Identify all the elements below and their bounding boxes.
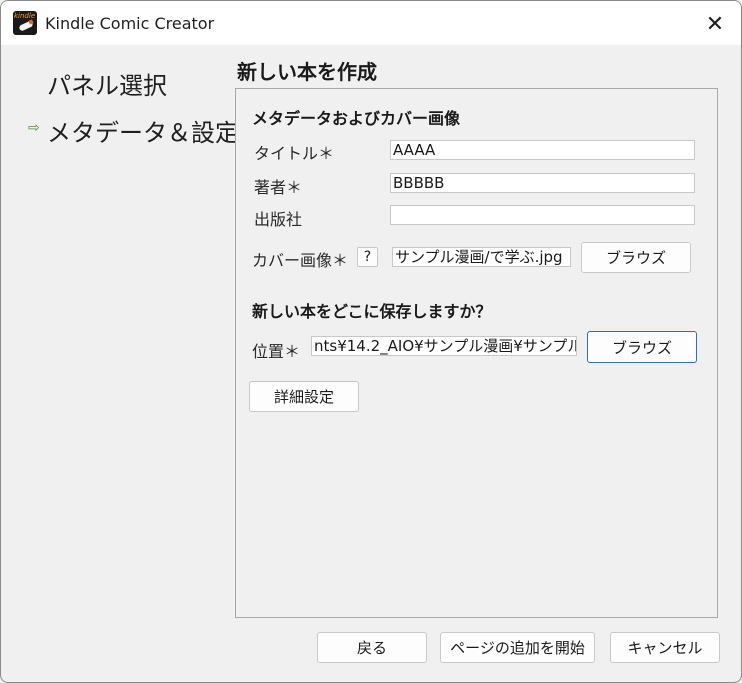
location-browse-button[interactable]: ブラウズ — [587, 331, 697, 363]
location-input[interactable]: nts¥14.2_AIO¥サンプル漫画¥サンプル — [311, 336, 577, 356]
kindle-app-icon: kindle — [13, 11, 37, 35]
title-input[interactable]: AAAA — [390, 140, 695, 160]
author-label: 著者＊ — [254, 178, 303, 197]
cover-help-button[interactable]: ? — [357, 247, 378, 267]
sidebar-item-panel-select[interactable]: パネル選択 — [47, 66, 167, 101]
title-label: タイトル＊ — [254, 144, 335, 163]
page-title: 新しい本を作成 — [237, 60, 377, 84]
start-adding-pages-button[interactable]: ページの追加を開始 — [440, 632, 595, 663]
sidebar-item-metadata-settings[interactable]: メタデータ＆設定 — [47, 113, 239, 148]
publisher-label: 出版社 — [254, 210, 303, 229]
author-input[interactable]: BBBBB — [390, 173, 695, 193]
close-icon[interactable]: ✕ — [701, 11, 729, 37]
current-step-arrow-icon: ⇨ — [28, 120, 40, 136]
metadata-section-title: メタデータおよびカバー画像 — [252, 109, 461, 128]
publisher-input[interactable] — [390, 205, 695, 225]
cover-image-label: カバー画像＊ — [252, 251, 349, 270]
location-label: 位置＊ — [252, 342, 301, 361]
cancel-button[interactable]: キャンセル — [610, 632, 720, 663]
advanced-settings-button[interactable]: 詳細設定 — [249, 381, 359, 412]
window-title: Kindle Comic Creator — [45, 14, 215, 33]
back-button[interactable]: 戻る — [317, 632, 427, 663]
save-location-section-title: 新しい本をどこに保存しますか？ — [252, 302, 492, 321]
app-window: kindle Kindle Comic Creator ✕ パネル選択 ⇨ メタ… — [0, 0, 742, 683]
cover-image-input[interactable]: サンプル漫画/で学ぶ.jpg — [392, 247, 571, 267]
cover-browse-button[interactable]: ブラウズ — [581, 242, 691, 273]
title-bar: kindle Kindle Comic Creator ✕ — [1, 1, 741, 45]
